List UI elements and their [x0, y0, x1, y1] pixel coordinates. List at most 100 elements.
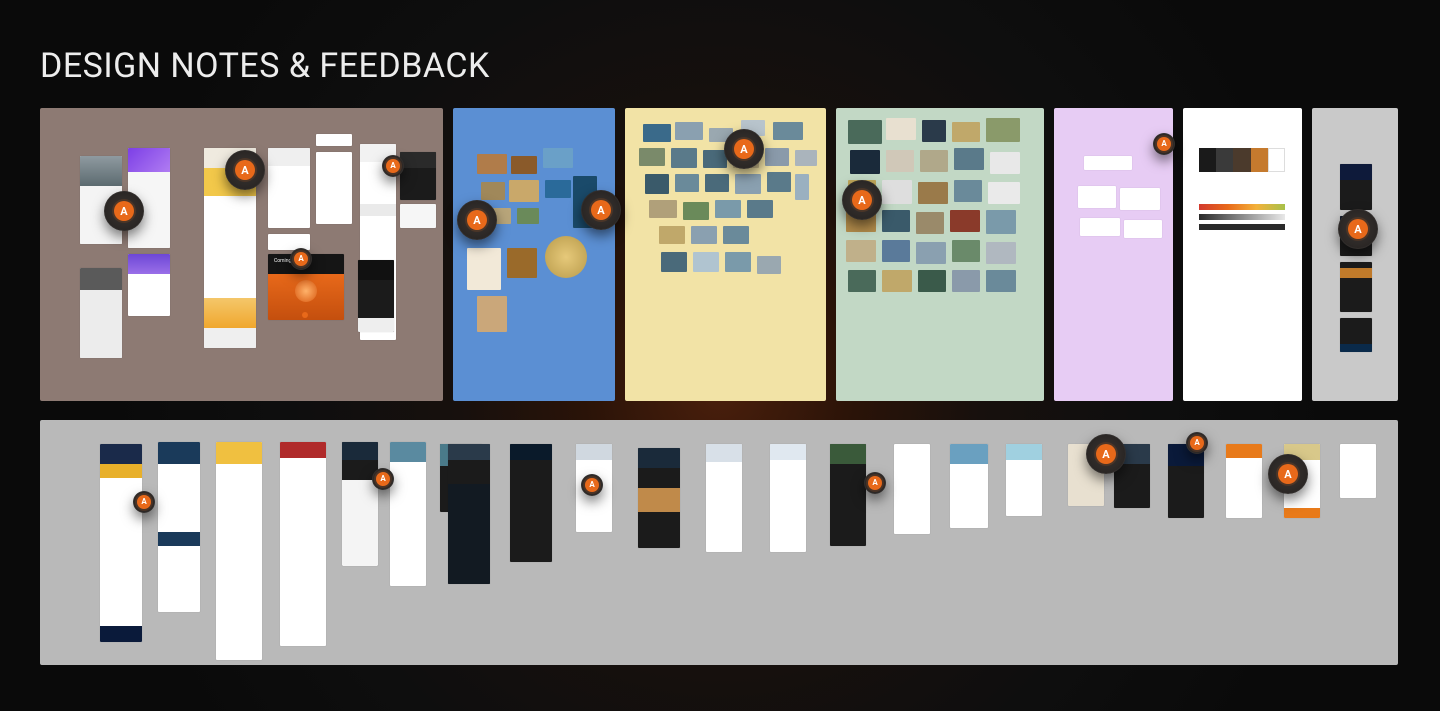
- photo-tile: [986, 242, 1016, 264]
- mockup-thumb[interactable]: [950, 444, 988, 528]
- annotation-marker[interactable]: [290, 248, 312, 270]
- annotation-marker[interactable]: [724, 129, 764, 169]
- photo-tile: [477, 154, 507, 174]
- mockup-thumb[interactable]: [400, 152, 436, 200]
- photo-tile: [735, 174, 761, 194]
- mockup-thumb[interactable]: [1340, 164, 1372, 210]
- photo-tile: [773, 122, 803, 140]
- mockup-thumb[interactable]: [894, 444, 930, 534]
- annotation-marker[interactable]: [225, 150, 265, 190]
- annotation-marker[interactable]: [104, 191, 144, 231]
- mockup-thumb[interactable]: [770, 444, 806, 552]
- photo-tile: [543, 148, 573, 168]
- annotation-marker[interactable]: [1153, 133, 1175, 155]
- annotation-marker[interactable]: [842, 180, 882, 220]
- panel-moodboard-blue[interactable]: [453, 108, 615, 401]
- mockup-thumb[interactable]: [510, 444, 552, 562]
- photo-tile: [918, 182, 948, 204]
- mockup-thumb[interactable]: [316, 152, 352, 224]
- photo-tile: [659, 226, 685, 244]
- photo-tile: [952, 270, 980, 292]
- annotation-marker[interactable]: [1338, 209, 1378, 249]
- panel-wireframes[interactable]: [1312, 108, 1398, 401]
- mockup-thumb[interactable]: [216, 442, 262, 660]
- photo-tile: [639, 148, 665, 166]
- mockup-thumb[interactable]: [342, 442, 378, 566]
- photo-tile: [850, 150, 880, 174]
- annotation-marker[interactable]: [1186, 432, 1208, 454]
- mockup-thumb[interactable]: [448, 444, 490, 584]
- mockup-thumb[interactable]: [358, 260, 394, 332]
- photo-tile: [920, 150, 948, 172]
- photo-tile: [675, 174, 699, 192]
- photo-tile: [747, 200, 773, 218]
- mockup-thumb[interactable]: [1340, 262, 1372, 312]
- photo-tile: [693, 252, 719, 272]
- photo-tile: [986, 118, 1020, 142]
- mockup-thumb[interactable]: [1340, 318, 1372, 352]
- panel-designs-strip[interactable]: [40, 420, 1398, 665]
- mockup-thumb[interactable]: [128, 254, 170, 316]
- mockup-thumb[interactable]: [390, 442, 426, 586]
- photo-tile: [950, 210, 980, 232]
- photo-tile: [886, 150, 914, 172]
- mockup-thumb[interactable]: [1340, 444, 1376, 498]
- annotation-marker[interactable]: [581, 474, 603, 496]
- annotation-marker[interactable]: [1086, 434, 1126, 474]
- photo-tile: [882, 270, 912, 292]
- sticky-note[interactable]: [1124, 220, 1162, 238]
- photo-tile: [683, 202, 709, 220]
- photo-tile: [517, 208, 539, 224]
- photo-tile: [952, 240, 980, 262]
- photo-tile: [507, 248, 537, 278]
- mockup-thumb[interactable]: [706, 444, 742, 552]
- photo-tile: [848, 270, 876, 292]
- photo-tile: [645, 174, 669, 194]
- annotation-marker[interactable]: [457, 200, 497, 240]
- annotation-marker[interactable]: [581, 190, 621, 230]
- canvas-stage[interactable]: Coming Soon: [0, 0, 1440, 711]
- panel-moodboard-green[interactable]: [836, 108, 1044, 401]
- mockup-thumb[interactable]: [280, 442, 326, 646]
- photo-tile: [795, 174, 809, 200]
- mockup-thumb[interactable]: [268, 148, 310, 228]
- photo-tile: [846, 240, 876, 262]
- mockup-thumb[interactable]: [80, 268, 122, 358]
- gradient-bar: [1199, 204, 1285, 210]
- annotation-marker[interactable]: [382, 155, 404, 177]
- gradient-bar: [1199, 224, 1285, 230]
- mockup-thumb[interactable]: [400, 204, 436, 228]
- annotation-marker[interactable]: [133, 491, 155, 513]
- photo-tile: [954, 148, 984, 170]
- annotation-marker[interactable]: [372, 468, 394, 490]
- mockup-thumb[interactable]: [830, 444, 866, 546]
- mockup-thumb[interactable]: [1006, 444, 1042, 516]
- photo-tile: [757, 256, 781, 274]
- photo-tile: [725, 252, 751, 272]
- photo-tile: [675, 122, 703, 140]
- sticky-note[interactable]: [1084, 156, 1132, 170]
- photo-tile: [481, 182, 505, 200]
- photo-tile: [882, 180, 912, 204]
- mockup-thumb[interactable]: [638, 448, 680, 548]
- sticky-note[interactable]: [1120, 188, 1160, 210]
- photo-tile: [882, 240, 910, 262]
- photo-tile: [886, 118, 916, 140]
- mockup-thumb[interactable]: [1168, 444, 1204, 518]
- mockup-thumb[interactable]: [100, 444, 142, 642]
- sticky-note[interactable]: [1080, 218, 1120, 236]
- mockup-thumb[interactable]: [1226, 444, 1262, 518]
- panel-notes-lilac[interactable]: [1054, 108, 1173, 401]
- mockup-thumb[interactable]: [158, 442, 200, 612]
- photo-tile: [671, 148, 697, 168]
- gradient-bar: [1199, 214, 1285, 220]
- photo-tile: [705, 174, 729, 192]
- annotation-marker[interactable]: [1268, 454, 1308, 494]
- annotation-marker[interactable]: [864, 472, 886, 494]
- photo-tile: [661, 252, 687, 272]
- mockup-thumb[interactable]: [316, 134, 352, 146]
- sticky-note[interactable]: [1078, 186, 1116, 208]
- panel-styleguide[interactable]: [1183, 108, 1302, 401]
- photo-tile: [916, 212, 944, 234]
- photo-tile: [952, 122, 980, 142]
